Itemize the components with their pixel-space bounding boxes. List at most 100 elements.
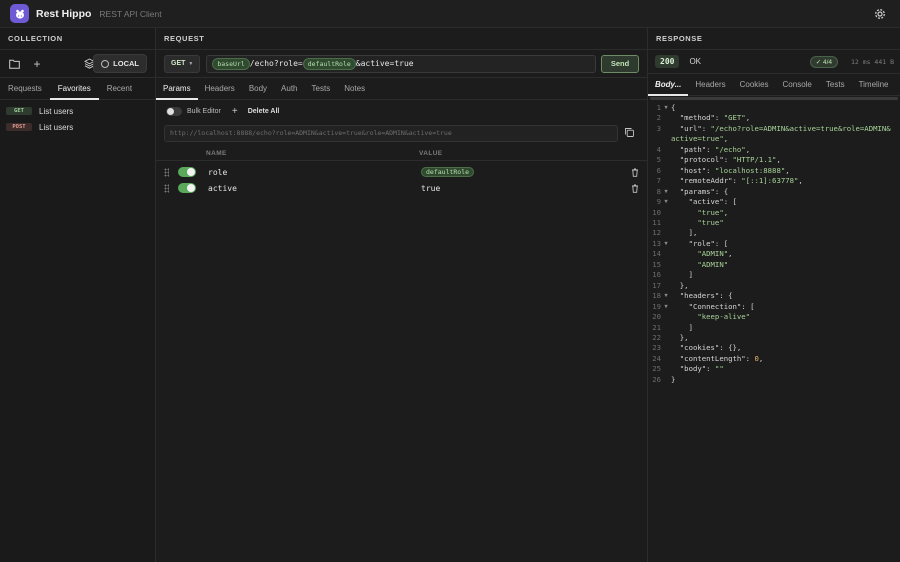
tab-requests[interactable]: Requests bbox=[0, 78, 50, 99]
tab-headers[interactable]: Headers bbox=[198, 78, 242, 99]
app-subtitle: REST API Client bbox=[99, 8, 162, 19]
line-number: 4 bbox=[656, 144, 661, 154]
line-number: 19 bbox=[652, 301, 661, 311]
code-text: "contentLength": 0, bbox=[671, 353, 764, 363]
chevron-down-icon: ▼ bbox=[188, 60, 194, 67]
param-name[interactable]: role bbox=[208, 168, 421, 177]
code-text: "params": { bbox=[671, 186, 729, 196]
fold-gutter bbox=[661, 124, 671, 134]
tab-response-timeline[interactable]: Timeline bbox=[852, 74, 896, 95]
environment-label: LOCAL bbox=[113, 59, 139, 68]
code-line: active=true", bbox=[648, 134, 900, 144]
param-row: active true bbox=[156, 180, 647, 196]
code-text: active=true", bbox=[671, 134, 729, 144]
fold-toggle-icon[interactable]: ▼ bbox=[661, 197, 671, 207]
line-number: 17 bbox=[652, 280, 661, 290]
url-variable-chip[interactable]: defaultRole bbox=[302, 57, 356, 70]
url-path-text: /echo?role= bbox=[249, 59, 303, 68]
response-timing: 12 ms 441 B bbox=[850, 58, 894, 66]
code-line: 18 ▼ "headers": { bbox=[648, 291, 900, 301]
tab-response-body[interactable]: Body... bbox=[648, 74, 689, 96]
response-panel: RESPONSE 200 OK ✓ 4/4 12 ms 441 B Body..… bbox=[648, 28, 900, 562]
url-input[interactable]: baseUrl /echo?role= defaultRole &active=… bbox=[206, 54, 596, 73]
params-toolbar: Bulk Editor + Delete All bbox=[156, 101, 647, 121]
url-bar: GET ▼ baseUrl /echo?role= defaultRole &a… bbox=[156, 50, 647, 78]
param-value[interactable]: true bbox=[421, 184, 440, 193]
code-text: "headers": { bbox=[671, 291, 733, 301]
code-text: "protocol": "HTTP/1.1", bbox=[671, 155, 781, 165]
tab-response-tests[interactable]: Tests bbox=[819, 74, 852, 95]
param-value-variable-chip[interactable]: defaultRole bbox=[421, 167, 475, 177]
code-text: ] bbox=[671, 270, 693, 280]
fold-gutter bbox=[661, 218, 671, 228]
line-number: 8 bbox=[656, 186, 661, 196]
fold-gutter bbox=[661, 354, 671, 364]
fold-gutter bbox=[661, 312, 671, 322]
fold-gutter bbox=[661, 145, 671, 155]
tab-response-cookies[interactable]: Cookies bbox=[733, 74, 776, 95]
tab-params[interactable]: Params bbox=[156, 78, 198, 100]
folder-icon[interactable] bbox=[8, 58, 20, 70]
code-line: 10 "true", bbox=[648, 208, 900, 218]
fold-gutter bbox=[661, 333, 671, 343]
line-number: 6 bbox=[656, 165, 661, 175]
code-text: "path": "/echo", bbox=[671, 144, 751, 154]
tab-response-headers[interactable]: Headers bbox=[688, 74, 732, 95]
fold-gutter bbox=[661, 249, 671, 259]
tab-auth[interactable]: Auth bbox=[274, 78, 304, 99]
trash-icon[interactable] bbox=[631, 184, 639, 193]
fold-gutter bbox=[661, 113, 671, 123]
status-code-badge: 200 bbox=[655, 55, 680, 68]
tab-notes[interactable]: Notes bbox=[337, 78, 372, 99]
favorite-item[interactable]: GET List users bbox=[0, 104, 155, 118]
fold-gutter bbox=[661, 323, 671, 333]
drag-handle-icon[interactable] bbox=[164, 183, 169, 193]
code-line: 23 "cookies": {}, bbox=[648, 343, 900, 353]
line-number: 13 bbox=[652, 238, 661, 248]
fold-toggle-icon[interactable]: ▼ bbox=[661, 239, 671, 249]
bulk-editor-toggle[interactable] bbox=[166, 106, 182, 116]
add-param-icon[interactable]: + bbox=[232, 106, 238, 117]
code-text: ], bbox=[671, 228, 698, 238]
param-enabled-toggle[interactable] bbox=[178, 183, 196, 193]
favorite-item[interactable]: POST List users bbox=[0, 120, 155, 134]
collection-tabs: Requests Favorites Recent bbox=[0, 78, 155, 100]
add-icon[interactable]: + bbox=[31, 57, 43, 71]
method-badge: GET bbox=[6, 107, 32, 115]
copy-icon[interactable] bbox=[624, 127, 635, 138]
request-tabs: Params Headers Body Auth Tests Notes bbox=[156, 78, 647, 100]
method-select[interactable]: GET ▼ bbox=[164, 54, 201, 73]
environment-selector-button[interactable]: LOCAL bbox=[93, 54, 147, 73]
collection-toolbar: + LOCAL bbox=[0, 50, 155, 78]
fold-toggle-icon[interactable]: ▼ bbox=[661, 103, 671, 113]
tab-body[interactable]: Body bbox=[242, 78, 274, 99]
app-name: Rest Hippo bbox=[36, 7, 92, 20]
fold-toggle-icon[interactable]: ▼ bbox=[661, 187, 671, 197]
collection-title: COLLECTION bbox=[0, 28, 155, 50]
send-button[interactable]: Send bbox=[601, 54, 639, 73]
tab-favorites[interactable]: Favorites bbox=[49, 78, 99, 100]
code-line: 20 "keep-alive" bbox=[648, 312, 900, 322]
fold-toggle-icon[interactable]: ▼ bbox=[661, 291, 671, 301]
tab-tests[interactable]: Tests bbox=[305, 78, 338, 99]
line-number: 12 bbox=[652, 228, 661, 238]
delete-all-button[interactable]: Delete All bbox=[248, 108, 280, 115]
fold-toggle-icon[interactable]: ▼ bbox=[661, 302, 671, 312]
code-line: 15 "ADMIN" bbox=[648, 260, 900, 270]
param-enabled-toggle[interactable] bbox=[178, 167, 196, 177]
settings-gear-icon[interactable] bbox=[873, 7, 887, 21]
code-text: "body": "" bbox=[671, 364, 724, 374]
response-body-code[interactable]: 1 ▼{2 "method": "GET", 3 "url": "/echo?rol… bbox=[648, 100, 900, 385]
drag-handle-icon[interactable] bbox=[164, 167, 169, 177]
param-name[interactable]: active bbox=[208, 184, 421, 193]
trash-icon[interactable] bbox=[631, 168, 639, 177]
tests-result-badge[interactable]: ✓ 4/4 bbox=[809, 56, 838, 68]
url-variable-chip[interactable]: baseUrl bbox=[212, 57, 250, 70]
code-line: 24 "contentLength": 0, bbox=[648, 354, 900, 364]
favorite-name: List users bbox=[39, 122, 74, 132]
code-text: "Connection": [ bbox=[671, 301, 755, 311]
code-text: "keep-alive" bbox=[697, 312, 751, 322]
tab-recent[interactable]: Recent bbox=[99, 78, 140, 99]
tab-response-console[interactable]: Console bbox=[776, 74, 819, 95]
line-number: 7 bbox=[656, 176, 661, 186]
